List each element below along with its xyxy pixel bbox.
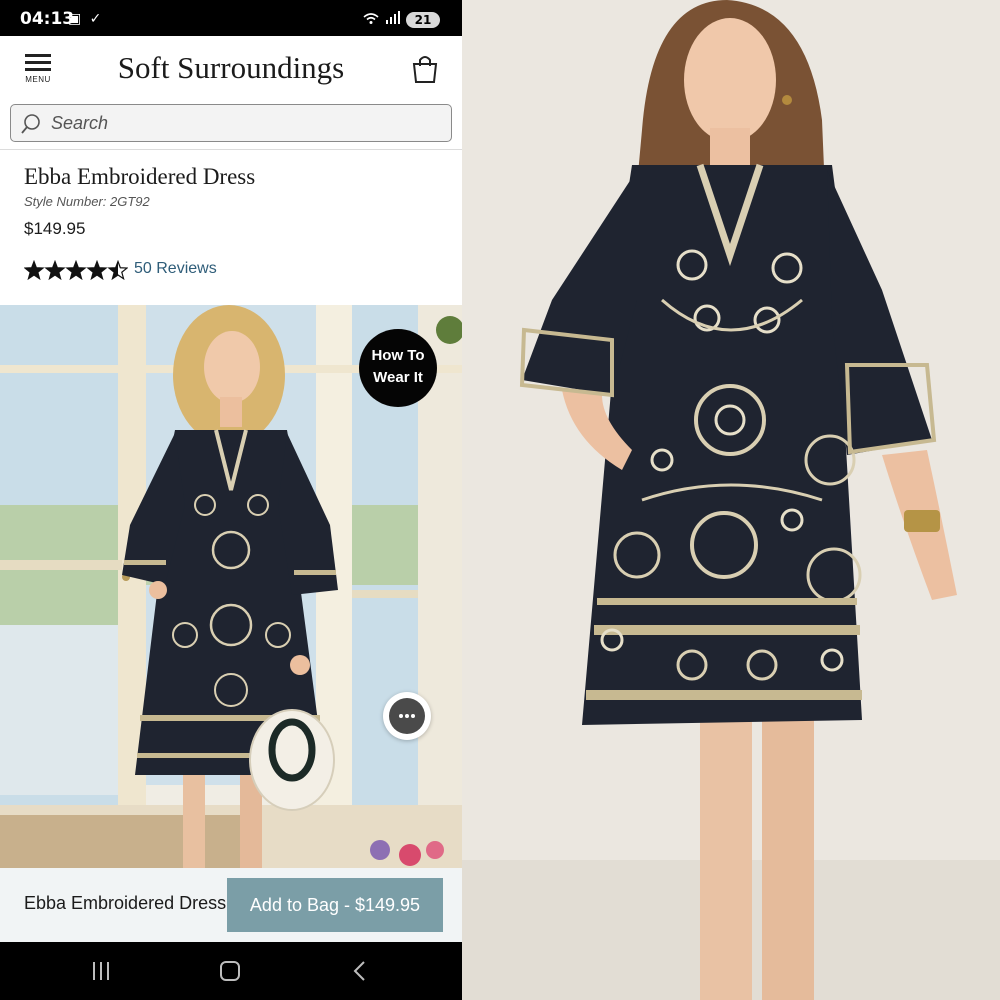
star-icon <box>23 259 45 281</box>
search-bar[interactable] <box>10 104 452 142</box>
product-title: Ebba Embroidered Dress <box>24 164 256 189</box>
star-icon <box>86 259 108 281</box>
phone-screen: 04:13 ▣ ✓ 21 MENU Soft Surroundings Sear… <box>0 0 462 1000</box>
home-button[interactable] <box>220 961 240 981</box>
chat-bubble-icon <box>389 698 425 734</box>
back-chevron-icon <box>353 961 365 981</box>
sticky-product-name: Ebba Embroidered Dress <box>24 893 227 913</box>
shopping-bag-button[interactable] <box>412 54 438 84</box>
status-time: 04:13 <box>20 9 75 29</box>
star-icon <box>44 259 66 281</box>
how-to-wear-it-button[interactable]: How To Wear It <box>359 329 437 407</box>
system-navigation-bar <box>0 942 462 1000</box>
style-number: Style Number: 2GT92 <box>24 194 150 209</box>
sticky-add-to-bag-bar: Ebba Embroidered Dress Add to Bag - $149… <box>0 868 462 942</box>
recent-apps-button[interactable] <box>90 960 112 982</box>
star-icon <box>65 259 87 281</box>
product-price: $149.95 <box>24 219 86 238</box>
how-to-line1: How To <box>371 347 425 364</box>
star-icon <box>107 259 129 281</box>
how-to-line2: Wear It <box>373 369 423 386</box>
star-rating[interactable] <box>23 259 129 282</box>
shopping-bag-icon <box>412 56 438 83</box>
search-input[interactable] <box>51 112 441 134</box>
wifi-signal-icon <box>362 11 402 29</box>
menu-label: MENU <box>25 75 51 84</box>
chat-button[interactable] <box>383 692 431 740</box>
back-button[interactable] <box>352 960 366 987</box>
add-to-bag-button[interactable]: Add to Bag - $149.95 <box>227 878 443 932</box>
menu-button[interactable]: MENU <box>24 54 52 90</box>
rating-stars <box>23 259 129 281</box>
battery-level: 21 <box>414 13 432 27</box>
reviews-link[interactable]: 50 Reviews <box>134 260 217 278</box>
battery-indicator: 21 <box>406 12 440 28</box>
product-detail-photo <box>462 0 1000 1000</box>
search-icon <box>21 113 43 140</box>
status-bar: 04:13 ▣ ✓ 21 <box>0 0 462 36</box>
header-divider <box>0 149 462 150</box>
style-number-label: Style Number: <box>24 194 107 209</box>
brand-logo: Soft Surroundings <box>117 50 345 85</box>
style-number-value: 2GT92 <box>110 194 150 209</box>
app-header: MENU Soft Surroundings <box>0 36 462 100</box>
notification-icons: ▣ ✓ <box>68 11 104 27</box>
model-photo-large-illustration <box>462 0 1000 1000</box>
